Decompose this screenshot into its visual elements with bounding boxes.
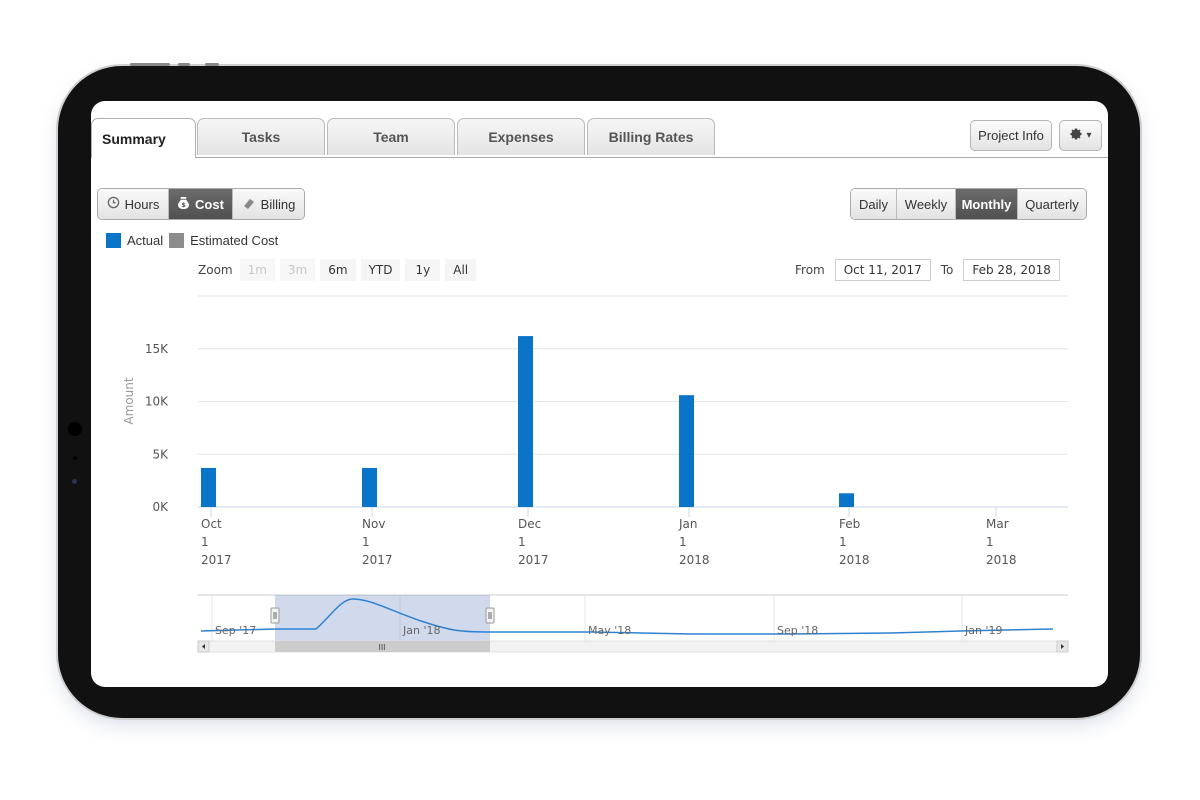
y-tick-label: 0K: [152, 500, 169, 514]
tab-team[interactable]: Team: [327, 118, 455, 155]
x-tick-label: Oct: [201, 517, 222, 531]
camera-icon: [68, 422, 82, 436]
device-button: [178, 63, 190, 66]
x-tick-label: 1: [679, 535, 687, 549]
bar-actual: [201, 467, 216, 507]
x-tick-label: 1: [986, 535, 994, 549]
legend-label-actual[interactable]: Actual: [127, 233, 163, 248]
chart-legend: Actual Estimated Cost: [106, 233, 278, 248]
period-toggle: Daily Weekly Monthly Quarterly: [850, 188, 1087, 220]
hours-label: Hours: [124, 196, 160, 212]
navigator-selection: [275, 595, 490, 641]
from-date-input[interactable]: Oct 11, 2017: [834, 259, 931, 281]
device-button: [205, 63, 219, 66]
x-tick-label: 2018: [839, 553, 870, 567]
navigator-handle: [485, 607, 495, 624]
to-date-input[interactable]: Feb 28, 2018: [963, 259, 1060, 281]
monthly-button[interactable]: Monthly: [956, 189, 1018, 219]
y-tick-label: 10K: [145, 395, 169, 409]
y-tick-label: 5K: [152, 447, 169, 461]
tab-summary[interactable]: Summary: [91, 118, 196, 158]
x-tick-label: 1: [518, 535, 526, 549]
sensor-icon: [73, 456, 77, 460]
y-axis-title: Amount: [122, 377, 136, 424]
scroll-right-arrow-icon: [1061, 644, 1064, 649]
date-range: From Oct 11, 2017 To Feb 28, 2018: [795, 259, 1060, 281]
x-tick-label: 2017: [362, 553, 393, 567]
navigator-scrollbar-thumb: [275, 641, 490, 652]
zoom-6m-button[interactable]: 6m: [320, 259, 356, 281]
scroll-left-arrow-icon: [202, 644, 205, 649]
tag-icon: [242, 197, 256, 212]
navigator-label: Jan '18: [402, 624, 440, 637]
tab-expenses[interactable]: Expenses: [457, 118, 585, 155]
zoom-label: Zoom: [198, 263, 233, 277]
metric-toggle: Hours $ Cost Billing: [97, 188, 305, 220]
bar-actual: [518, 336, 533, 507]
x-tick-label: 2017: [201, 553, 232, 567]
svg-text:$: $: [181, 201, 186, 209]
x-tick-label: 1: [839, 535, 847, 549]
from-label: From: [795, 263, 825, 277]
to-label: To: [940, 263, 954, 277]
bar-actual: [679, 395, 694, 507]
navigator-handle: [270, 607, 280, 624]
clock-icon: [107, 196, 120, 212]
zoom-1y-button[interactable]: 1y: [405, 259, 441, 281]
money-bag-icon: $: [177, 196, 190, 213]
bar-actual: [839, 493, 854, 507]
bar-actual: [362, 467, 377, 507]
legend-swatch-actual: [106, 233, 121, 248]
navigator-label: Sep '17: [215, 624, 256, 637]
billing-button[interactable]: Billing: [233, 189, 304, 219]
navigator-series-line: [200, 598, 1054, 635]
daily-button[interactable]: Daily: [851, 189, 897, 219]
indicator-light-icon: [72, 479, 77, 484]
weekly-button[interactable]: Weekly: [897, 189, 956, 219]
zoom-ytd-button[interactable]: YTD: [360, 259, 401, 281]
navigator-label: Sep '18: [777, 624, 818, 637]
billing-label: Billing: [260, 196, 296, 212]
project-info-button[interactable]: Project Info: [970, 120, 1052, 151]
navigator-scrollbar-track: [197, 640, 1069, 653]
x-tick-label: Mar: [986, 517, 1009, 531]
gear-icon: [1069, 127, 1083, 144]
tab-billing-rates[interactable]: Billing Rates: [587, 118, 715, 155]
scroll-left-button: [197, 640, 210, 653]
zoom-all-button[interactable]: All: [445, 259, 477, 281]
zoom-1m-button[interactable]: 1m: [239, 259, 275, 281]
x-tick-label: 2017: [518, 553, 549, 567]
x-tick-label: 1: [362, 535, 370, 549]
x-tick-label: 2018: [679, 553, 710, 567]
chevron-down-icon: ▾: [1086, 130, 1092, 141]
x-tick-label: Feb: [839, 517, 860, 531]
tab-tasks[interactable]: Tasks: [197, 118, 325, 155]
app-screen: Summary Tasks Team Expenses Billing Rate…: [91, 101, 1108, 687]
zoom-controls: Zoom 1m 3m 6m YTD 1y All: [198, 259, 477, 281]
tab-bar: Summary Tasks Team Expenses Billing Rate…: [91, 118, 1108, 158]
cost-label: Cost: [195, 196, 224, 212]
navigator-label: Jan '19: [964, 624, 1002, 637]
navigator-label: May '18: [588, 624, 631, 637]
device-button: [130, 63, 170, 66]
legend-label-estimated-cost[interactable]: Estimated Cost: [190, 233, 278, 248]
x-tick-label: 1: [201, 535, 209, 549]
cost-button[interactable]: $ Cost: [169, 189, 233, 219]
settings-dropdown-button[interactable]: ▾: [1059, 120, 1102, 151]
x-tick-label: Dec: [518, 517, 541, 531]
x-tick-label: Nov: [362, 517, 385, 531]
hours-button[interactable]: Hours: [98, 189, 169, 219]
legend-swatch-estimated-cost: [169, 233, 185, 248]
y-tick-label: 15K: [145, 342, 169, 356]
scroll-right-button: [1056, 640, 1069, 653]
quarterly-button[interactable]: Quarterly: [1018, 189, 1086, 219]
zoom-3m-button[interactable]: 3m: [279, 259, 316, 281]
x-tick-label: 2018: [986, 553, 1017, 567]
x-tick-label: Jan: [678, 517, 698, 531]
scrollbar-grip-icon: III: [378, 643, 385, 652]
